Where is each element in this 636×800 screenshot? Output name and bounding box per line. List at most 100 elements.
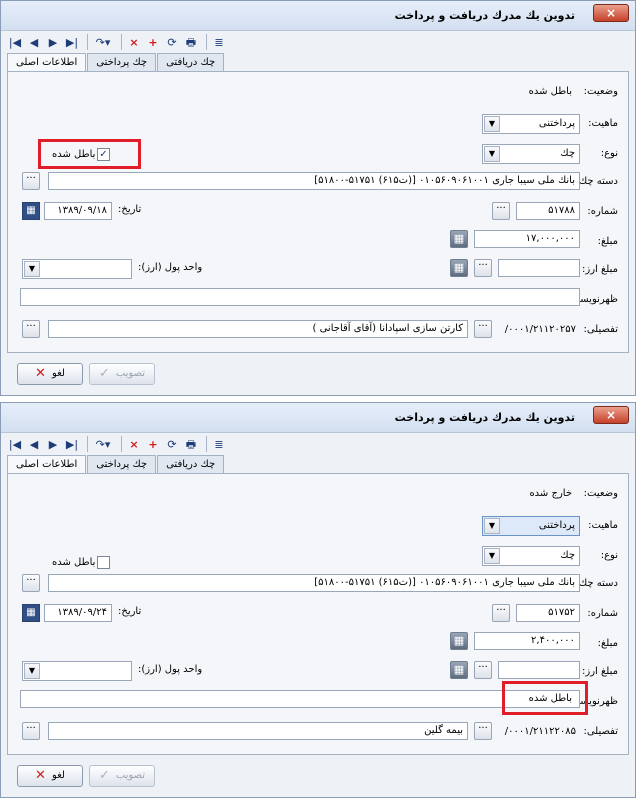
previous-record-icon[interactable]: ◀ bbox=[26, 436, 42, 452]
toolbar-divider bbox=[206, 436, 207, 452]
approve-button-label: تصویب bbox=[115, 770, 146, 781]
nature-select[interactable]: پرداختنی ▼ bbox=[482, 516, 580, 536]
date-field[interactable]: ۱۳۸۹/۰۹/۱۸ bbox=[44, 202, 112, 220]
currency-lookup-button[interactable]: ··· bbox=[474, 661, 492, 679]
calculator-icon[interactable]: ▦ bbox=[450, 259, 468, 277]
add-icon[interactable]: + bbox=[145, 436, 161, 452]
close-icon: ✕ bbox=[35, 366, 46, 381]
tab-receivable-check[interactable]: چك دریافتی bbox=[157, 455, 225, 474]
print-icon[interactable]: 🖶 bbox=[183, 436, 199, 452]
void-checkbox[interactable] bbox=[97, 556, 110, 569]
chevron-down-icon[interactable]: ▼ bbox=[24, 261, 40, 277]
void-checkbox[interactable]: ✓ bbox=[97, 148, 110, 161]
calculator-icon[interactable]: ▦ bbox=[450, 632, 468, 650]
type-select[interactable]: چك ▼ bbox=[482, 546, 580, 566]
close-button[interactable]: × bbox=[593, 406, 629, 424]
toolbar-divider bbox=[87, 436, 88, 452]
nature-select[interactable]: پرداختنی ▼ bbox=[482, 114, 580, 134]
currency-unit-label: واحد پول (ارز): bbox=[138, 262, 203, 273]
number-field[interactable]: ۵۱۷۸۸ bbox=[516, 202, 580, 220]
window-title: تدوین یك مدرك دریافت و پرداخت bbox=[394, 9, 575, 22]
currency-amount-label: مبلغ ارز: bbox=[582, 264, 618, 275]
actions-menu-icon[interactable]: ↷▾ bbox=[92, 34, 114, 50]
toolbar-divider bbox=[206, 34, 207, 50]
endorsement-field[interactable] bbox=[20, 288, 580, 306]
close-button[interactable]: × bbox=[593, 4, 629, 22]
detail-name-lookup-button[interactable]: ··· bbox=[22, 722, 40, 740]
checkbook-field[interactable]: بانك ملی سیبا جاری ۰۱۰۵۶۰۹۰۶۱۰۰۱ [(ت۶۱۵)… bbox=[48, 172, 580, 190]
toolbar-divider bbox=[121, 436, 122, 452]
detail-lookup-button[interactable]: ··· bbox=[474, 320, 492, 338]
type-label: نوع: bbox=[600, 148, 618, 159]
chevron-down-icon[interactable]: ▼ bbox=[484, 518, 500, 534]
number-lookup-button[interactable]: ··· bbox=[492, 604, 510, 622]
list-icon[interactable]: ≣ bbox=[211, 34, 227, 50]
amount-field[interactable]: ۱۷,۰۰۰,۰۰۰ bbox=[474, 230, 580, 248]
type-select[interactable]: چك ▼ bbox=[482, 144, 580, 164]
delete-icon[interactable]: × bbox=[126, 34, 142, 50]
currency-amount-field[interactable] bbox=[498, 259, 580, 277]
tab-main-info[interactable]: اطلاعات اصلی bbox=[7, 455, 87, 474]
calculator-icon[interactable]: ▦ bbox=[450, 230, 468, 248]
refresh-icon[interactable]: ⟳ bbox=[164, 436, 180, 452]
detail-name-field[interactable]: كارتن سازی اسپادانا (آقای آقاجانی ) bbox=[48, 320, 468, 338]
chevron-down-icon[interactable]: ▼ bbox=[24, 663, 40, 679]
chevron-down-icon[interactable]: ▼ bbox=[484, 548, 500, 564]
endorsement-value: باطل شده bbox=[528, 693, 572, 704]
detail-name-lookup-button[interactable]: ··· bbox=[22, 320, 40, 338]
checkbook-field[interactable]: بانك ملی سیبا جاری ۰۱۰۵۶۰۹۰۶۱۰۰۱ [(ت۶۱۵)… bbox=[48, 574, 580, 592]
calendar-icon[interactable]: ▦ bbox=[22, 202, 40, 220]
add-icon[interactable]: + bbox=[145, 34, 161, 50]
main-info-panel: وضعیت: باطل شده ماهیت: پرداختنی ▼ نوع: چ… bbox=[7, 71, 629, 353]
approve-button[interactable]: تصویب ✓ bbox=[89, 363, 155, 385]
last-record-icon[interactable]: ▶| bbox=[64, 34, 80, 50]
last-record-icon[interactable]: ▶| bbox=[64, 436, 80, 452]
print-icon[interactable]: 🖶 bbox=[183, 34, 199, 50]
detail-code: ۰۰۰۱/۲۱۱۲۰۲۵۷/ bbox=[504, 324, 576, 335]
next-record-icon[interactable]: ▶ bbox=[45, 436, 61, 452]
currency-unit-select[interactable]: ▼ bbox=[22, 259, 132, 279]
chevron-down-icon[interactable]: ▼ bbox=[484, 116, 500, 132]
approve-button[interactable]: تصویب ✓ bbox=[89, 765, 155, 787]
tab-payable-check[interactable]: چك پرداختی bbox=[87, 455, 157, 474]
close-icon: ✕ bbox=[35, 768, 46, 783]
tab-main-info[interactable]: اطلاعات اصلی bbox=[7, 53, 87, 72]
checkbook-lookup-button[interactable]: ··· bbox=[22, 574, 40, 592]
currency-amount-field[interactable] bbox=[498, 661, 580, 679]
main-info-panel: وضعیت: خارج شده ماهیت: پرداختنی ▼ نوع: چ… bbox=[7, 473, 629, 755]
cancel-button[interactable]: لغو ✕ bbox=[17, 363, 83, 385]
detail-code: ۰۰۰۱/۲۱۱۲۲۰۸۵/ bbox=[504, 726, 576, 737]
cancel-button[interactable]: لغو ✕ bbox=[17, 765, 83, 787]
tab-payable-check[interactable]: چك پرداختی bbox=[87, 53, 157, 72]
currency-lookup-button[interactable]: ··· bbox=[474, 259, 492, 277]
dialog-window: تدوین یك مدرك دریافت و پرداخت × |◀ ◀ ▶ ▶… bbox=[0, 0, 636, 396]
actions-menu-icon[interactable]: ↷▾ bbox=[92, 436, 114, 452]
calculator-icon[interactable]: ▦ bbox=[450, 661, 468, 679]
detail-lookup-button[interactable]: ··· bbox=[474, 722, 492, 740]
detail-name-field[interactable]: بیمه گلین bbox=[48, 722, 468, 740]
next-record-icon[interactable]: ▶ bbox=[45, 34, 61, 50]
refresh-icon[interactable]: ⟳ bbox=[164, 34, 180, 50]
first-record-icon[interactable]: |◀ bbox=[7, 436, 23, 452]
number-field[interactable]: ۵۱۷۵۲ bbox=[516, 604, 580, 622]
date-field[interactable]: ۱۳۸۹/۰۹/۲۴ bbox=[44, 604, 112, 622]
delete-icon[interactable]: × bbox=[126, 436, 142, 452]
status-value: باطل شده bbox=[528, 86, 572, 97]
endorsement-field[interactable] bbox=[20, 690, 580, 708]
tab-receivable-check[interactable]: چك دریافتی bbox=[157, 53, 225, 72]
number-lookup-button[interactable]: ··· bbox=[492, 202, 510, 220]
checkbook-label: دسته چك: bbox=[575, 578, 618, 589]
chevron-down-icon[interactable]: ▼ bbox=[484, 146, 500, 162]
cancel-button-label: لغو bbox=[51, 770, 65, 781]
checkbook-lookup-button[interactable]: ··· bbox=[22, 172, 40, 190]
calendar-icon[interactable]: ▦ bbox=[22, 604, 40, 622]
amount-field[interactable]: ۲,۴۰۰,۰۰۰ bbox=[474, 632, 580, 650]
previous-record-icon[interactable]: ◀ bbox=[26, 34, 42, 50]
first-record-icon[interactable]: |◀ bbox=[7, 34, 23, 50]
currency-unit-select[interactable]: ▼ bbox=[22, 661, 132, 681]
list-icon[interactable]: ≣ bbox=[211, 436, 227, 452]
check-icon: ✓ bbox=[98, 768, 110, 783]
title-bar: تدوین یك مدرك دریافت و پرداخت × bbox=[1, 1, 635, 31]
toolbar-divider bbox=[87, 34, 88, 50]
type-label: نوع: bbox=[600, 550, 618, 561]
